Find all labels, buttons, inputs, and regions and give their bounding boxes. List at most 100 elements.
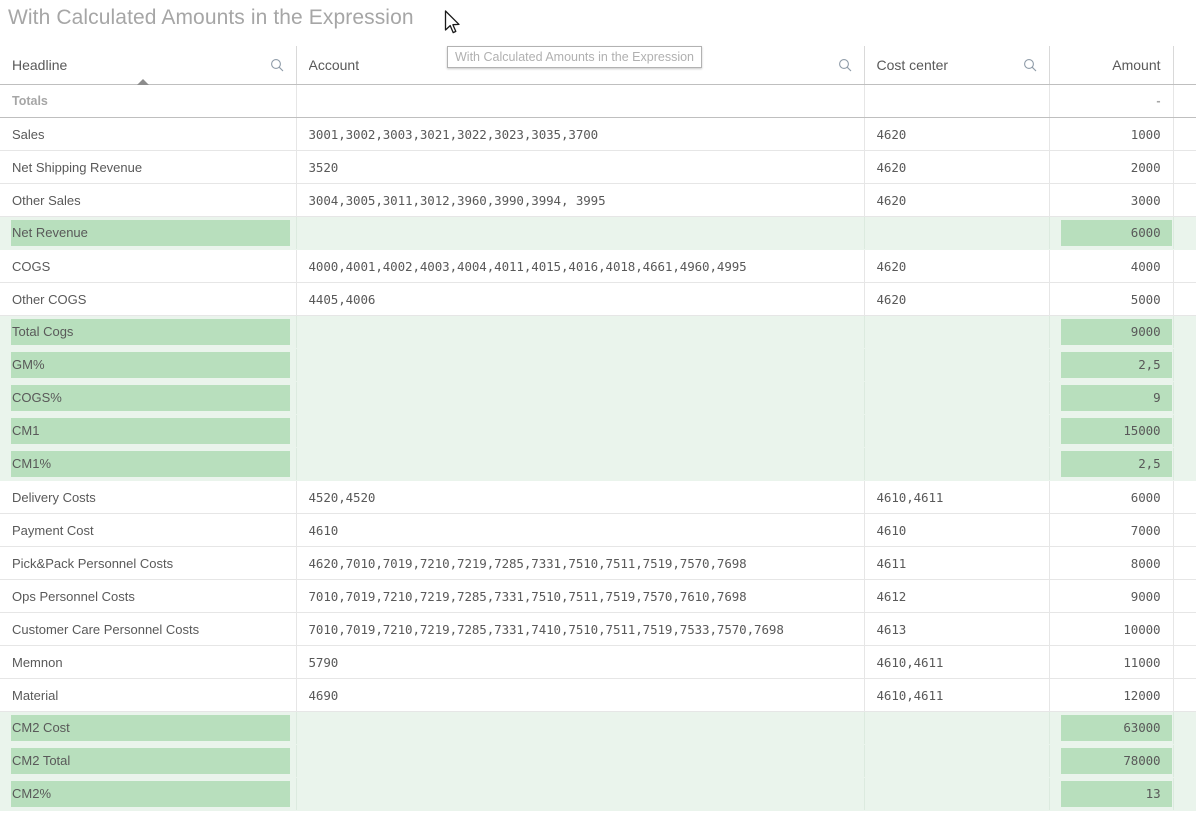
cell-account[interactable] [296, 744, 865, 778]
cell-headline[interactable]: Memnon [0, 645, 297, 679]
cell-spacer [1173, 546, 1196, 580]
cell-headline[interactable]: Net Shipping Revenue [0, 150, 297, 184]
headline-bar: Total Cogs [0, 316, 295, 348]
cell-cost-center[interactable]: 4620 [864, 282, 1050, 316]
search-icon[interactable] [1023, 58, 1037, 72]
totals-spacer [1173, 84, 1196, 118]
cell-headline[interactable]: Delivery Costs [0, 480, 297, 514]
cell-amount: 3000 [1049, 183, 1174, 217]
table-row: Delivery Costs 4520,4520 4610,4611 6000 [0, 480, 1196, 514]
bar-fill [11, 352, 290, 378]
cell-cost-center[interactable]: 4620 [864, 150, 1050, 184]
cell-headline[interactable]: Payment Cost [0, 513, 297, 547]
headline-bar: CM2 Cost [0, 712, 295, 744]
cell-account[interactable] [296, 348, 865, 382]
amount-bar: 15000 [1050, 415, 1173, 447]
table-row: Material 4690 4610,4611 12000 [0, 678, 1196, 712]
cell-cost-center[interactable]: 4612 [864, 579, 1050, 613]
cell-spacer [1173, 348, 1196, 382]
table-row: CM1% 2,5 [0, 447, 1196, 481]
cell-headline[interactable]: Other COGS [0, 282, 297, 316]
cell-cost-center[interactable]: 4620 [864, 249, 1050, 283]
headline-bar: Net Revenue [0, 217, 295, 249]
cell-account[interactable]: 7010,7019,7210,7219,7285,7331,7510,7511,… [296, 579, 865, 613]
cell-cost-center[interactable] [864, 744, 1050, 778]
cell-account[interactable] [296, 447, 865, 481]
cell-amount: 4000 [1049, 249, 1174, 283]
cell-account[interactable] [296, 315, 865, 349]
cell-headline[interactable]: Material [0, 678, 297, 712]
cell-cost-center[interactable] [864, 414, 1050, 448]
amount-bar: 9000 [1050, 316, 1173, 348]
cell-amount: 78000 [1049, 744, 1174, 778]
amount-bar: 6000 [1050, 217, 1173, 249]
cell-cost-center[interactable] [864, 777, 1050, 811]
column-header-cost-center[interactable]: Cost center [864, 46, 1050, 85]
cell-headline[interactable]: Other Sales [0, 183, 297, 217]
cell-account[interactable] [296, 711, 865, 745]
cell-headline[interactable]: CM2 Total [0, 744, 297, 778]
cell-cost-center[interactable] [864, 447, 1050, 481]
column-header-headline[interactable]: Headline [0, 46, 297, 85]
cell-headline[interactable]: Pick&Pack Personnel Costs [0, 546, 297, 580]
cell-account[interactable]: 5790 [296, 645, 865, 679]
cell-account[interactable]: 3001,3002,3003,3021,3022,3023,3035,3700 [296, 117, 865, 151]
cell-account[interactable]: 4405,4006 [296, 282, 865, 316]
cell-headline[interactable]: COGS [0, 249, 297, 283]
cell-headline[interactable]: CM1 [0, 414, 297, 448]
cell-cost-center[interactable] [864, 348, 1050, 382]
totals-amount: - [1049, 84, 1174, 118]
table-row: Customer Care Personnel Costs 7010,7019,7… [0, 612, 1196, 646]
cell-headline-label: CM2 Total [12, 753, 71, 768]
cell-cost-center[interactable] [864, 216, 1050, 250]
cell-headline[interactable]: GM% [0, 348, 297, 382]
cell-headline[interactable]: Net Revenue [0, 216, 297, 250]
cell-headline[interactable]: CM2% [0, 777, 297, 811]
cell-account[interactable] [296, 381, 865, 415]
cell-cost-center[interactable]: 4611 [864, 546, 1050, 580]
cell-cost-center[interactable]: 4610,4611 [864, 678, 1050, 712]
cell-cost-center[interactable] [864, 315, 1050, 349]
cell-account[interactable]: 7010,7019,7210,7219,7285,7331,7410,7510,… [296, 612, 865, 646]
cell-account[interactable]: 4520,4520 [296, 480, 865, 514]
cell-cost-center[interactable]: 4620 [864, 117, 1050, 151]
cell-account[interactable]: 3520 [296, 150, 865, 184]
cell-headline[interactable]: Customer Care Personnel Costs [0, 612, 297, 646]
cell-cost-center[interactable] [864, 711, 1050, 745]
cell-cost-center[interactable]: 4610 [864, 513, 1050, 547]
headline-bar: GM% [0, 349, 295, 381]
table-row: Net Revenue 6000 [0, 216, 1196, 250]
cell-headline-label: GM% [12, 357, 45, 372]
table-row: Ops Personnel Costs 7010,7019,7210,7219,7… [0, 579, 1196, 613]
cell-account[interactable]: 4610 [296, 513, 865, 547]
cell-account[interactable]: 4620,7010,7019,7210,7219,7285,7331,7510,… [296, 546, 865, 580]
cell-spacer [1173, 216, 1196, 250]
cell-headline[interactable]: CM2 Cost [0, 711, 297, 745]
cell-account[interactable]: 4000,4001,4002,4003,4004,4011,4015,4016,… [296, 249, 865, 283]
cell-account[interactable]: 4690 [296, 678, 865, 712]
column-header-amount[interactable]: Amount [1049, 46, 1174, 85]
cell-headline[interactable]: Ops Personnel Costs [0, 579, 297, 613]
headline-bar: CM1% [0, 448, 295, 480]
search-icon[interactable] [270, 58, 284, 72]
cell-cost-center[interactable]: 4610,4611 [864, 645, 1050, 679]
cell-headline[interactable]: Sales [0, 117, 297, 151]
column-header-amount-label: Amount [1112, 57, 1161, 73]
cell-amount: 11000 [1049, 645, 1174, 679]
cell-cost-center[interactable] [864, 381, 1050, 415]
cell-amount-label: 13 [1145, 786, 1161, 801]
cell-cost-center[interactable]: 4620 [864, 183, 1050, 217]
cell-headline[interactable]: CM1% [0, 447, 297, 481]
cell-headline[interactable]: COGS% [0, 381, 297, 415]
cell-amount: 9000 [1049, 315, 1174, 349]
table-row: COGS% 9 [0, 381, 1196, 415]
cell-cost-center[interactable]: 4610,4611 [864, 480, 1050, 514]
cell-account[interactable]: 3004,3005,3011,3012,3960,3990,3994, 3995 [296, 183, 865, 217]
cell-account[interactable] [296, 216, 865, 250]
cell-headline[interactable]: Total Cogs [0, 315, 297, 349]
cell-cost-center[interactable]: 4613 [864, 612, 1050, 646]
cell-account[interactable] [296, 777, 865, 811]
search-icon[interactable] [838, 58, 852, 72]
cell-account[interactable] [296, 414, 865, 448]
cell-amount: 12000 [1049, 678, 1174, 712]
